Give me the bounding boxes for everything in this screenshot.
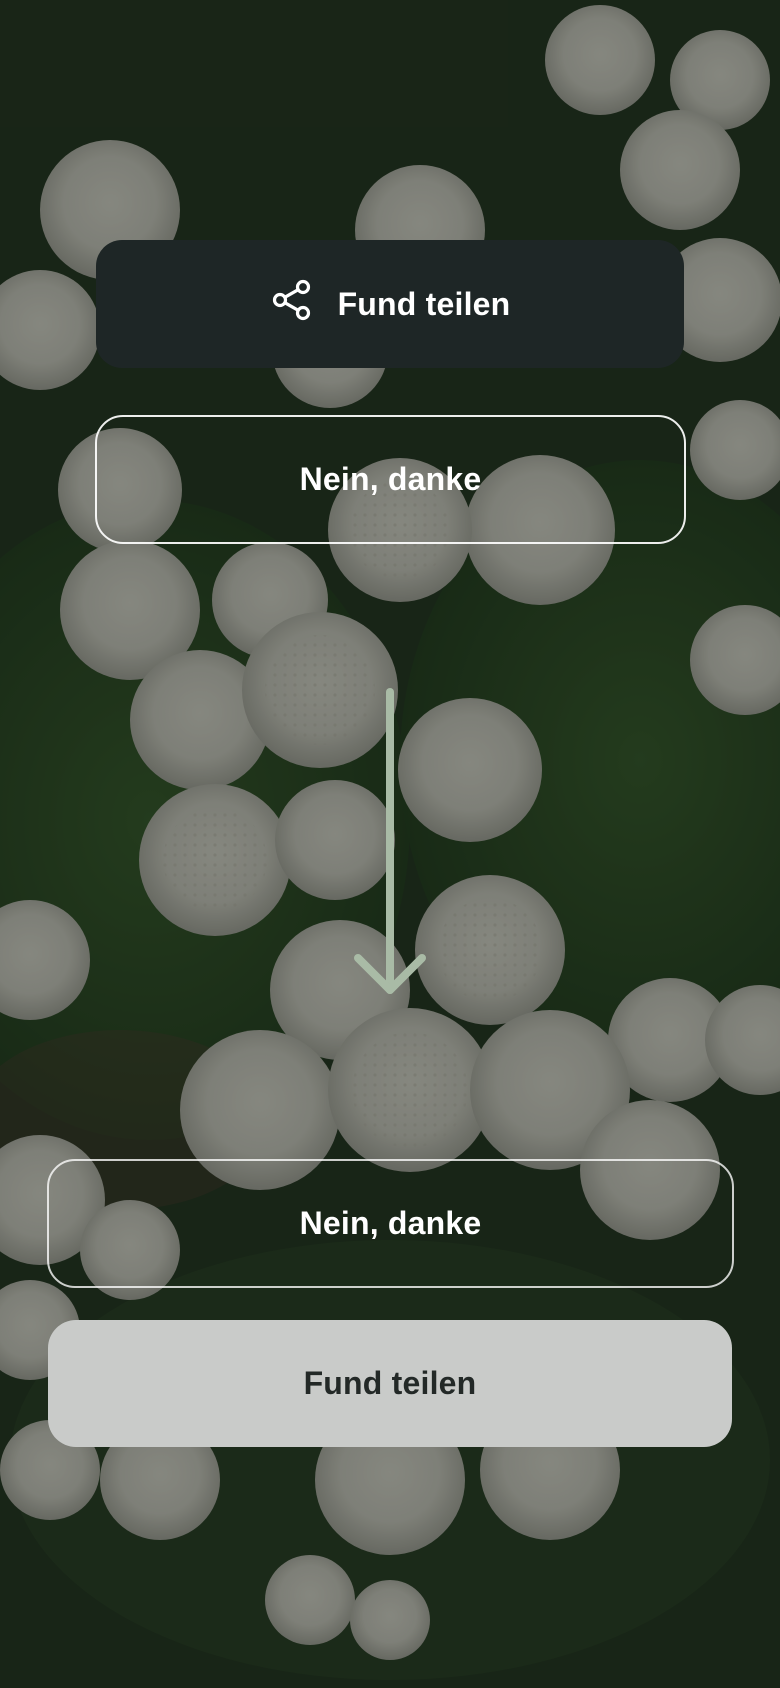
decline-button-top[interactable]: Nein, danke [95, 415, 686, 544]
share-find-button-light[interactable]: Fund teilen [48, 1320, 732, 1447]
share-find-label-light: Fund teilen [303, 1365, 477, 1401]
decline-label-bottom: Nein, danke [299, 1205, 482, 1241]
share-find-button[interactable]: Fund teilen [96, 240, 684, 368]
arrow-down-icon [354, 688, 426, 994]
share-find-label: Fund teilen [337, 285, 511, 322]
decline-button-bottom[interactable]: Nein, danke [47, 1159, 734, 1288]
decline-label-top: Nein, danke [299, 461, 482, 497]
share-icon [270, 278, 314, 330]
